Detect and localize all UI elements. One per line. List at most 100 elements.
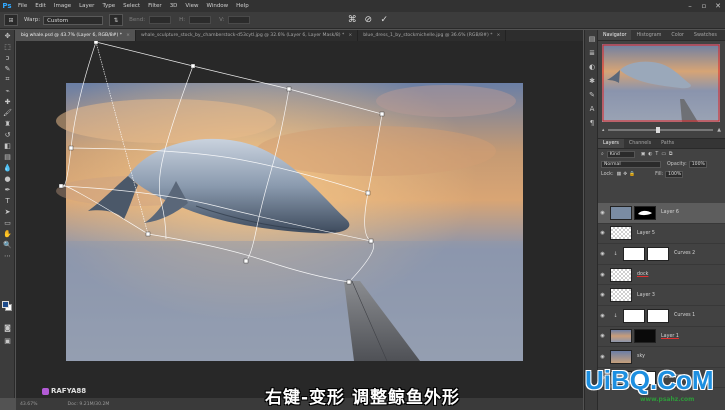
layer-row-curves-2[interactable]: ◉ ↓ Curves 2 — [598, 244, 725, 265]
clone-stamp-tool-icon[interactable]: ♜ — [0, 118, 15, 129]
tab-paths[interactable]: Paths — [656, 139, 679, 148]
lasso-tool-icon[interactable]: ↄ — [0, 52, 15, 63]
visibility-eye-icon[interactable]: ◉ — [598, 230, 607, 236]
lock-pixels-icon[interactable]: ▦ — [617, 172, 622, 177]
close-icon[interactable]: ✕ — [711, 0, 725, 12]
fill-input[interactable]: 100% — [665, 170, 684, 178]
character-icon[interactable]: A — [585, 103, 599, 114]
layer-mask-thumbnail[interactable] — [647, 246, 669, 261]
healing-brush-tool-icon[interactable]: ✚ — [0, 96, 15, 107]
filter-type-icon[interactable]: T — [655, 152, 658, 157]
tab-navigator[interactable]: Navigator — [598, 30, 632, 40]
visibility-eye-icon[interactable]: ◉ — [598, 210, 607, 216]
bend-input[interactable] — [149, 16, 172, 24]
more-tools-icon[interactable]: ⋯ — [0, 250, 15, 261]
menu-image[interactable]: Image — [50, 3, 75, 9]
menu-filter[interactable]: Filter — [144, 3, 166, 9]
commit-transform-icon[interactable]: ✓ — [378, 14, 390, 26]
layer-name[interactable]: Curves 1 — [674, 313, 695, 318]
tab-channels[interactable]: Channels — [624, 139, 656, 148]
lock-all-icon[interactable]: 🔒 — [629, 172, 635, 177]
hand-tool-icon[interactable]: ✋ — [0, 228, 15, 239]
navigator-thumbnail[interactable] — [602, 44, 720, 122]
eraser-tool-icon[interactable]: ◧ — [0, 140, 15, 151]
warp-tool-icon[interactable]: ⊞ — [4, 14, 18, 26]
visibility-eye-icon[interactable]: ◉ — [598, 333, 607, 339]
quick-select-tool-icon[interactable]: ✎ — [0, 63, 15, 74]
tab-whale-sculpture[interactable]: whale_sculpture_stock_by_chamberstock-d5… — [136, 30, 359, 41]
shape-tool-icon[interactable]: ▭ — [0, 217, 15, 228]
move-tool-icon[interactable]: ✥ — [0, 30, 15, 41]
pen-tool-icon[interactable]: ✒ — [0, 184, 15, 195]
close-icon[interactable]: × — [126, 33, 130, 38]
paragraph-icon[interactable]: ¶ — [585, 117, 599, 128]
menu-layer[interactable]: Layer — [75, 3, 98, 9]
history-brush-tool-icon[interactable]: ↺ — [0, 129, 15, 140]
crop-tool-icon[interactable]: ⌗ — [0, 74, 15, 85]
visibility-eye-icon[interactable]: ◉ — [598, 354, 607, 360]
zoom-in-icon[interactable]: ▲ — [717, 128, 721, 133]
blend-mode-select[interactable]: Normal — [601, 160, 661, 168]
menu-select[interactable]: Select — [119, 3, 144, 9]
dodge-tool-icon[interactable]: ● — [0, 173, 15, 184]
path-select-tool-icon[interactable]: ➤ — [0, 206, 15, 217]
lock-position-icon[interactable]: ✥ — [623, 172, 627, 177]
layer-row-dock[interactable]: ◉ dock — [598, 265, 725, 286]
tab-layers[interactable]: Layers — [598, 139, 624, 148]
visibility-eye-icon[interactable]: ◉ — [598, 313, 607, 319]
v-input[interactable] — [228, 16, 251, 24]
menu-edit[interactable]: Edit — [31, 3, 50, 9]
layer-name[interactable]: Layer 1 — [661, 334, 679, 339]
layer-name[interactable]: Layer 3 — [637, 293, 655, 298]
filter-shape-icon[interactable]: ▭ — [661, 152, 666, 157]
warp-orientation-icon[interactable]: ⇅ — [109, 14, 124, 26]
menu-view[interactable]: View — [181, 3, 202, 9]
adjustments-icon[interactable]: ◐ — [585, 61, 599, 72]
opacity-input[interactable]: 100% — [688, 160, 707, 168]
screen-mode-icon[interactable]: ▣ — [0, 335, 15, 346]
layer-kind-select[interactable]: Kind — [606, 150, 635, 158]
brush-tool-icon[interactable]: 🖌 — [0, 107, 15, 118]
zoom-out-icon[interactable]: ▴ — [602, 128, 604, 133]
menu-file[interactable]: File — [14, 3, 31, 9]
visibility-eye-icon[interactable]: ◉ — [598, 272, 607, 278]
properties-icon[interactable]: ≣ — [585, 47, 599, 58]
eyedropper-tool-icon[interactable]: ⌁ — [0, 85, 15, 96]
blur-tool-icon[interactable]: 💧 — [0, 162, 15, 173]
brush-presets-icon[interactable]: ✎ — [585, 89, 599, 100]
menu-3d[interactable]: 3D — [166, 3, 182, 9]
menu-window[interactable]: Window — [202, 3, 232, 9]
visibility-eye-icon[interactable]: ◉ — [598, 251, 607, 257]
layer-row-layer-3[interactable]: ◉ Layer 3 — [598, 285, 725, 306]
layer-row-layer-5[interactable]: ◉ Layer 5 — [598, 224, 725, 245]
layer-name[interactable]: dock — [637, 272, 648, 277]
layer-row-curves-1[interactable]: ◉ ↓ Curves 1 — [598, 306, 725, 327]
tab-color[interactable]: Color — [666, 30, 689, 40]
menu-help[interactable]: Help — [232, 3, 253, 9]
layer-name[interactable]: Layer 6 — [661, 210, 679, 215]
layer-name[interactable]: Curves 2 — [674, 251, 695, 256]
filter-smart-icon[interactable]: ⧉ — [669, 151, 672, 157]
tab-histogram[interactable]: Histogram — [631, 30, 666, 40]
quick-mask-icon[interactable]: ◙ — [0, 322, 15, 333]
close-icon[interactable]: × — [497, 33, 501, 38]
history-icon[interactable]: ▤ — [585, 33, 599, 44]
tab-blue-dress[interactable]: blue_dress_1_by_stockmichelle.jpg @ 36.6… — [358, 30, 507, 41]
h-input[interactable] — [189, 16, 212, 24]
type-tool-icon[interactable]: T — [0, 195, 15, 206]
styles-icon[interactable]: ✱ — [585, 75, 599, 86]
menu-type[interactable]: Type — [98, 3, 119, 9]
zoom-tool-icon[interactable]: 🔍 — [0, 239, 15, 250]
layer-mask-thumbnail[interactable] — [634, 205, 656, 220]
filter-adjust-icon[interactable]: ◐ — [648, 152, 652, 157]
close-icon[interactable]: × — [348, 33, 352, 38]
marquee-tool-icon[interactable]: ⬚ — [0, 41, 15, 52]
zoom-slider[interactable] — [608, 127, 714, 133]
tab-big-whale[interactable]: big whale.psd @ 43.7% (Layer 6, RGB/8#) … — [16, 30, 136, 41]
tab-swatches[interactable]: Swatches — [689, 30, 722, 40]
filter-pixel-icon[interactable]: ▣ — [641, 152, 646, 157]
maximize-icon[interactable]: ▫ — [697, 0, 711, 12]
layer-name[interactable]: sky — [637, 354, 645, 359]
layer-mask-thumbnail[interactable] — [647, 308, 669, 323]
document-canvas[interactable] — [16, 41, 583, 398]
